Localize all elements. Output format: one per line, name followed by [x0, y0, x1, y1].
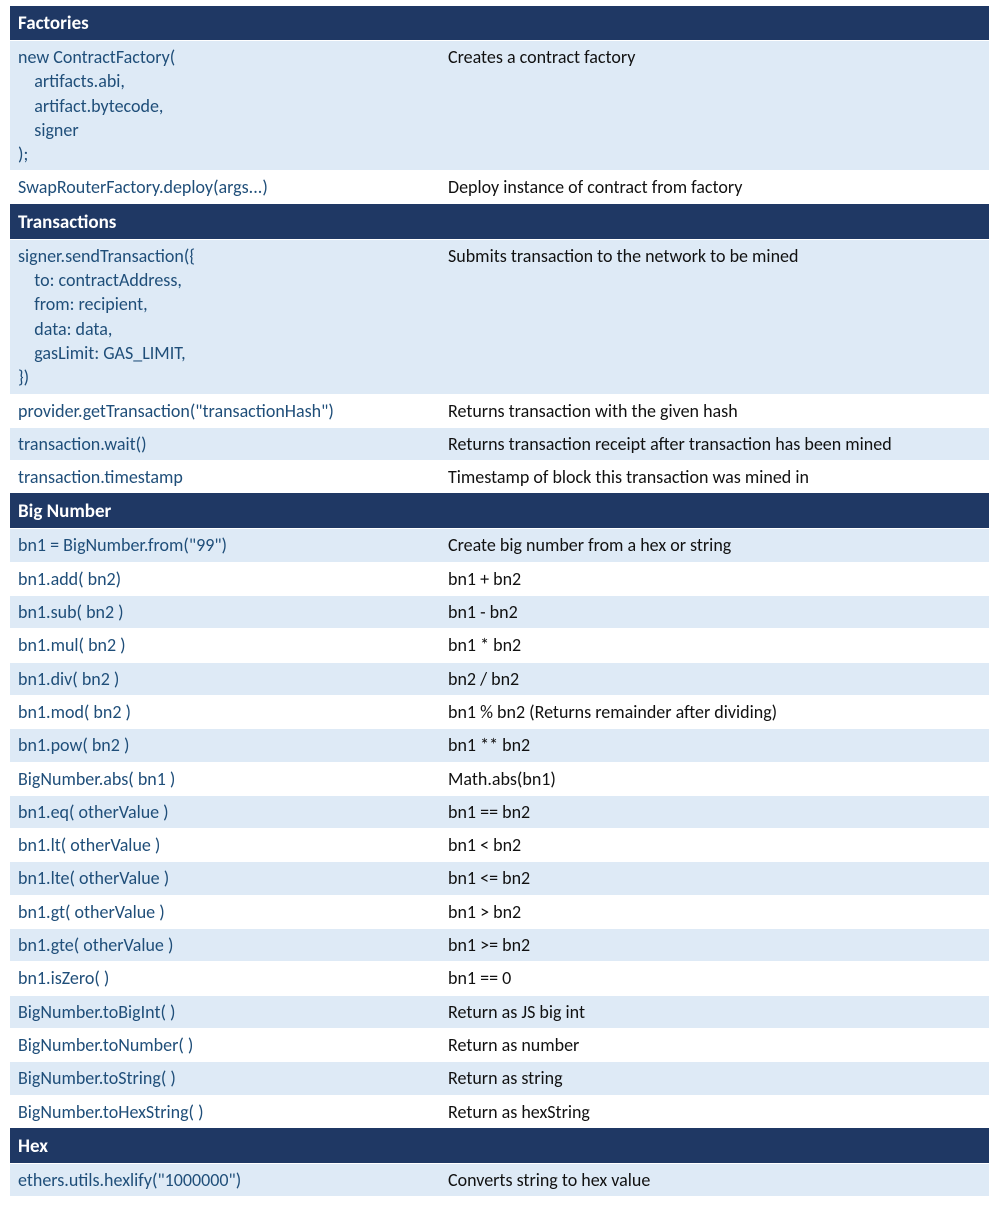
code-cell: bn1.isZero( ): [10, 962, 440, 994]
code-cell: provider.getTransaction("transactionHash…: [10, 395, 440, 427]
description-cell: Submits transaction to the network to be…: [440, 240, 989, 272]
table-row: bn1.lt( otherValue )bn1 < bn2: [10, 828, 989, 861]
table-row: BigNumber.toNumber( )Return as number: [10, 1028, 989, 1061]
description-cell: bn1 % bn2 (Returns remainder after divid…: [440, 696, 989, 728]
description-cell: bn1 >= bn2: [440, 929, 989, 961]
description-cell: Timestamp of block this transaction was …: [440, 461, 989, 493]
code-cell: bn1.sub( bn2 ): [10, 596, 440, 628]
table-row: bn1.isZero( )bn1 == 0: [10, 961, 989, 994]
table-row: signer.sendTransaction({ to: contractAdd…: [10, 239, 989, 394]
description-cell: Return as number: [440, 1029, 989, 1061]
code-cell: bn1.pow( bn2 ): [10, 729, 440, 761]
code-cell: BigNumber.toBigInt( ): [10, 996, 440, 1028]
description-cell: Deploy instance of contract from factory: [440, 171, 989, 203]
description-cell: bn1 - bn2: [440, 596, 989, 628]
table-row: new ContractFactory( artifacts.abi, arti…: [10, 40, 989, 170]
table-row: BigNumber.toHexString( )Return as hexStr…: [10, 1095, 989, 1131]
table-row: bn1.gte( otherValue )bn1 >= bn2: [10, 928, 989, 961]
table-row: BigNumber.toBigInt( )Return as JS big in…: [10, 995, 989, 1028]
table-row: bn1.add( bn2)bn1 + bn2: [10, 562, 989, 595]
code-cell: bn1.div( bn2 ): [10, 663, 440, 695]
table-row: bn1.lte( otherValue )bn1 <= bn2: [10, 861, 989, 894]
description-cell: Returns transaction with the given hash: [440, 395, 989, 427]
table-row: SwapRouterFactory.deploy(args...)Deploy …: [10, 170, 989, 206]
section-header: Transactions: [10, 207, 989, 239]
code-cell: BigNumber.abs( bn1 ): [10, 763, 440, 795]
table-row: transaction.wait()Returns transaction re…: [10, 427, 989, 460]
code-cell: bn1.gt( otherValue ): [10, 896, 440, 928]
code-cell: ethers.utils.hexlify("1000000"): [10, 1164, 440, 1196]
description-cell: bn1 < bn2: [440, 829, 989, 861]
code-cell: bn1.gte( otherValue ): [10, 929, 440, 961]
description-cell: Converts string to hex value: [440, 1164, 989, 1196]
table-row: provider.getTransaction("transactionHash…: [10, 394, 989, 427]
code-cell: transaction.timestamp: [10, 461, 440, 493]
section-header: Big Number: [10, 496, 989, 528]
description-cell: Return as JS big int: [440, 996, 989, 1028]
table-row: BigNumber.abs( bn1 )Math.abs(bn1): [10, 762, 989, 795]
code-cell: bn1.add( bn2): [10, 563, 440, 595]
table-row: bn1.sub( bn2 )bn1 - bn2: [10, 595, 989, 628]
code-cell: bn1.lte( otherValue ): [10, 862, 440, 894]
code-cell: SwapRouterFactory.deploy(args...): [10, 171, 440, 203]
description-cell: bn1 == bn2: [440, 796, 989, 828]
description-cell: Return as hexString: [440, 1096, 989, 1128]
table-row: bn1.mul( bn2 )bn1 * bn2: [10, 628, 989, 661]
description-cell: bn2 / bn2: [440, 663, 989, 695]
description-cell: Create big number from a hex or string: [440, 529, 989, 561]
code-cell: BigNumber.toNumber( ): [10, 1029, 440, 1061]
table-row: bn1.pow( bn2 )bn1 ** bn2: [10, 728, 989, 761]
cheatsheet-table: Factoriesnew ContractFactory( artifacts.…: [10, 6, 989, 1196]
section-header: Factories: [10, 8, 989, 40]
description-cell: Math.abs(bn1): [440, 763, 989, 795]
description-cell: bn1 + bn2: [440, 563, 989, 595]
code-cell: bn1.eq( otherValue ): [10, 796, 440, 828]
table-row: BigNumber.toString( )Return as string: [10, 1061, 989, 1094]
code-cell: new ContractFactory( artifacts.abi, arti…: [10, 41, 440, 170]
description-cell: bn1 == 0: [440, 962, 989, 994]
code-cell: transaction.wait(): [10, 428, 440, 460]
table-row: bn1 = BigNumber.from("99")Create big num…: [10, 528, 989, 561]
description-cell: bn1 * bn2: [440, 629, 989, 661]
description-cell: bn1 ** bn2: [440, 729, 989, 761]
section-header: Hex: [10, 1131, 989, 1163]
description-cell: Creates a contract factory: [440, 41, 989, 73]
description-cell: Returns transaction receipt after transa…: [440, 428, 989, 460]
description-cell: bn1 <= bn2: [440, 862, 989, 894]
table-row: bn1.eq( otherValue )bn1 == bn2: [10, 795, 989, 828]
code-cell: bn1.mod( bn2 ): [10, 696, 440, 728]
description-cell: Return as string: [440, 1062, 989, 1094]
code-cell: bn1 = BigNumber.from("99"): [10, 529, 440, 561]
table-row: bn1.mod( bn2 )bn1 % bn2 (Returns remaind…: [10, 695, 989, 728]
code-cell: bn1.lt( otherValue ): [10, 829, 440, 861]
table-row: bn1.div( bn2 )bn2 / bn2: [10, 662, 989, 695]
code-cell: BigNumber.toHexString( ): [10, 1096, 440, 1128]
table-row: ethers.utils.hexlify("1000000")Converts …: [10, 1163, 989, 1196]
table-row: transaction.timestampTimestamp of block …: [10, 460, 989, 496]
code-cell: signer.sendTransaction({ to: contractAdd…: [10, 240, 440, 394]
table-row: bn1.gt( otherValue )bn1 > bn2: [10, 895, 989, 928]
code-cell: BigNumber.toString( ): [10, 1062, 440, 1094]
description-cell: bn1 > bn2: [440, 896, 989, 928]
code-cell: bn1.mul( bn2 ): [10, 629, 440, 661]
